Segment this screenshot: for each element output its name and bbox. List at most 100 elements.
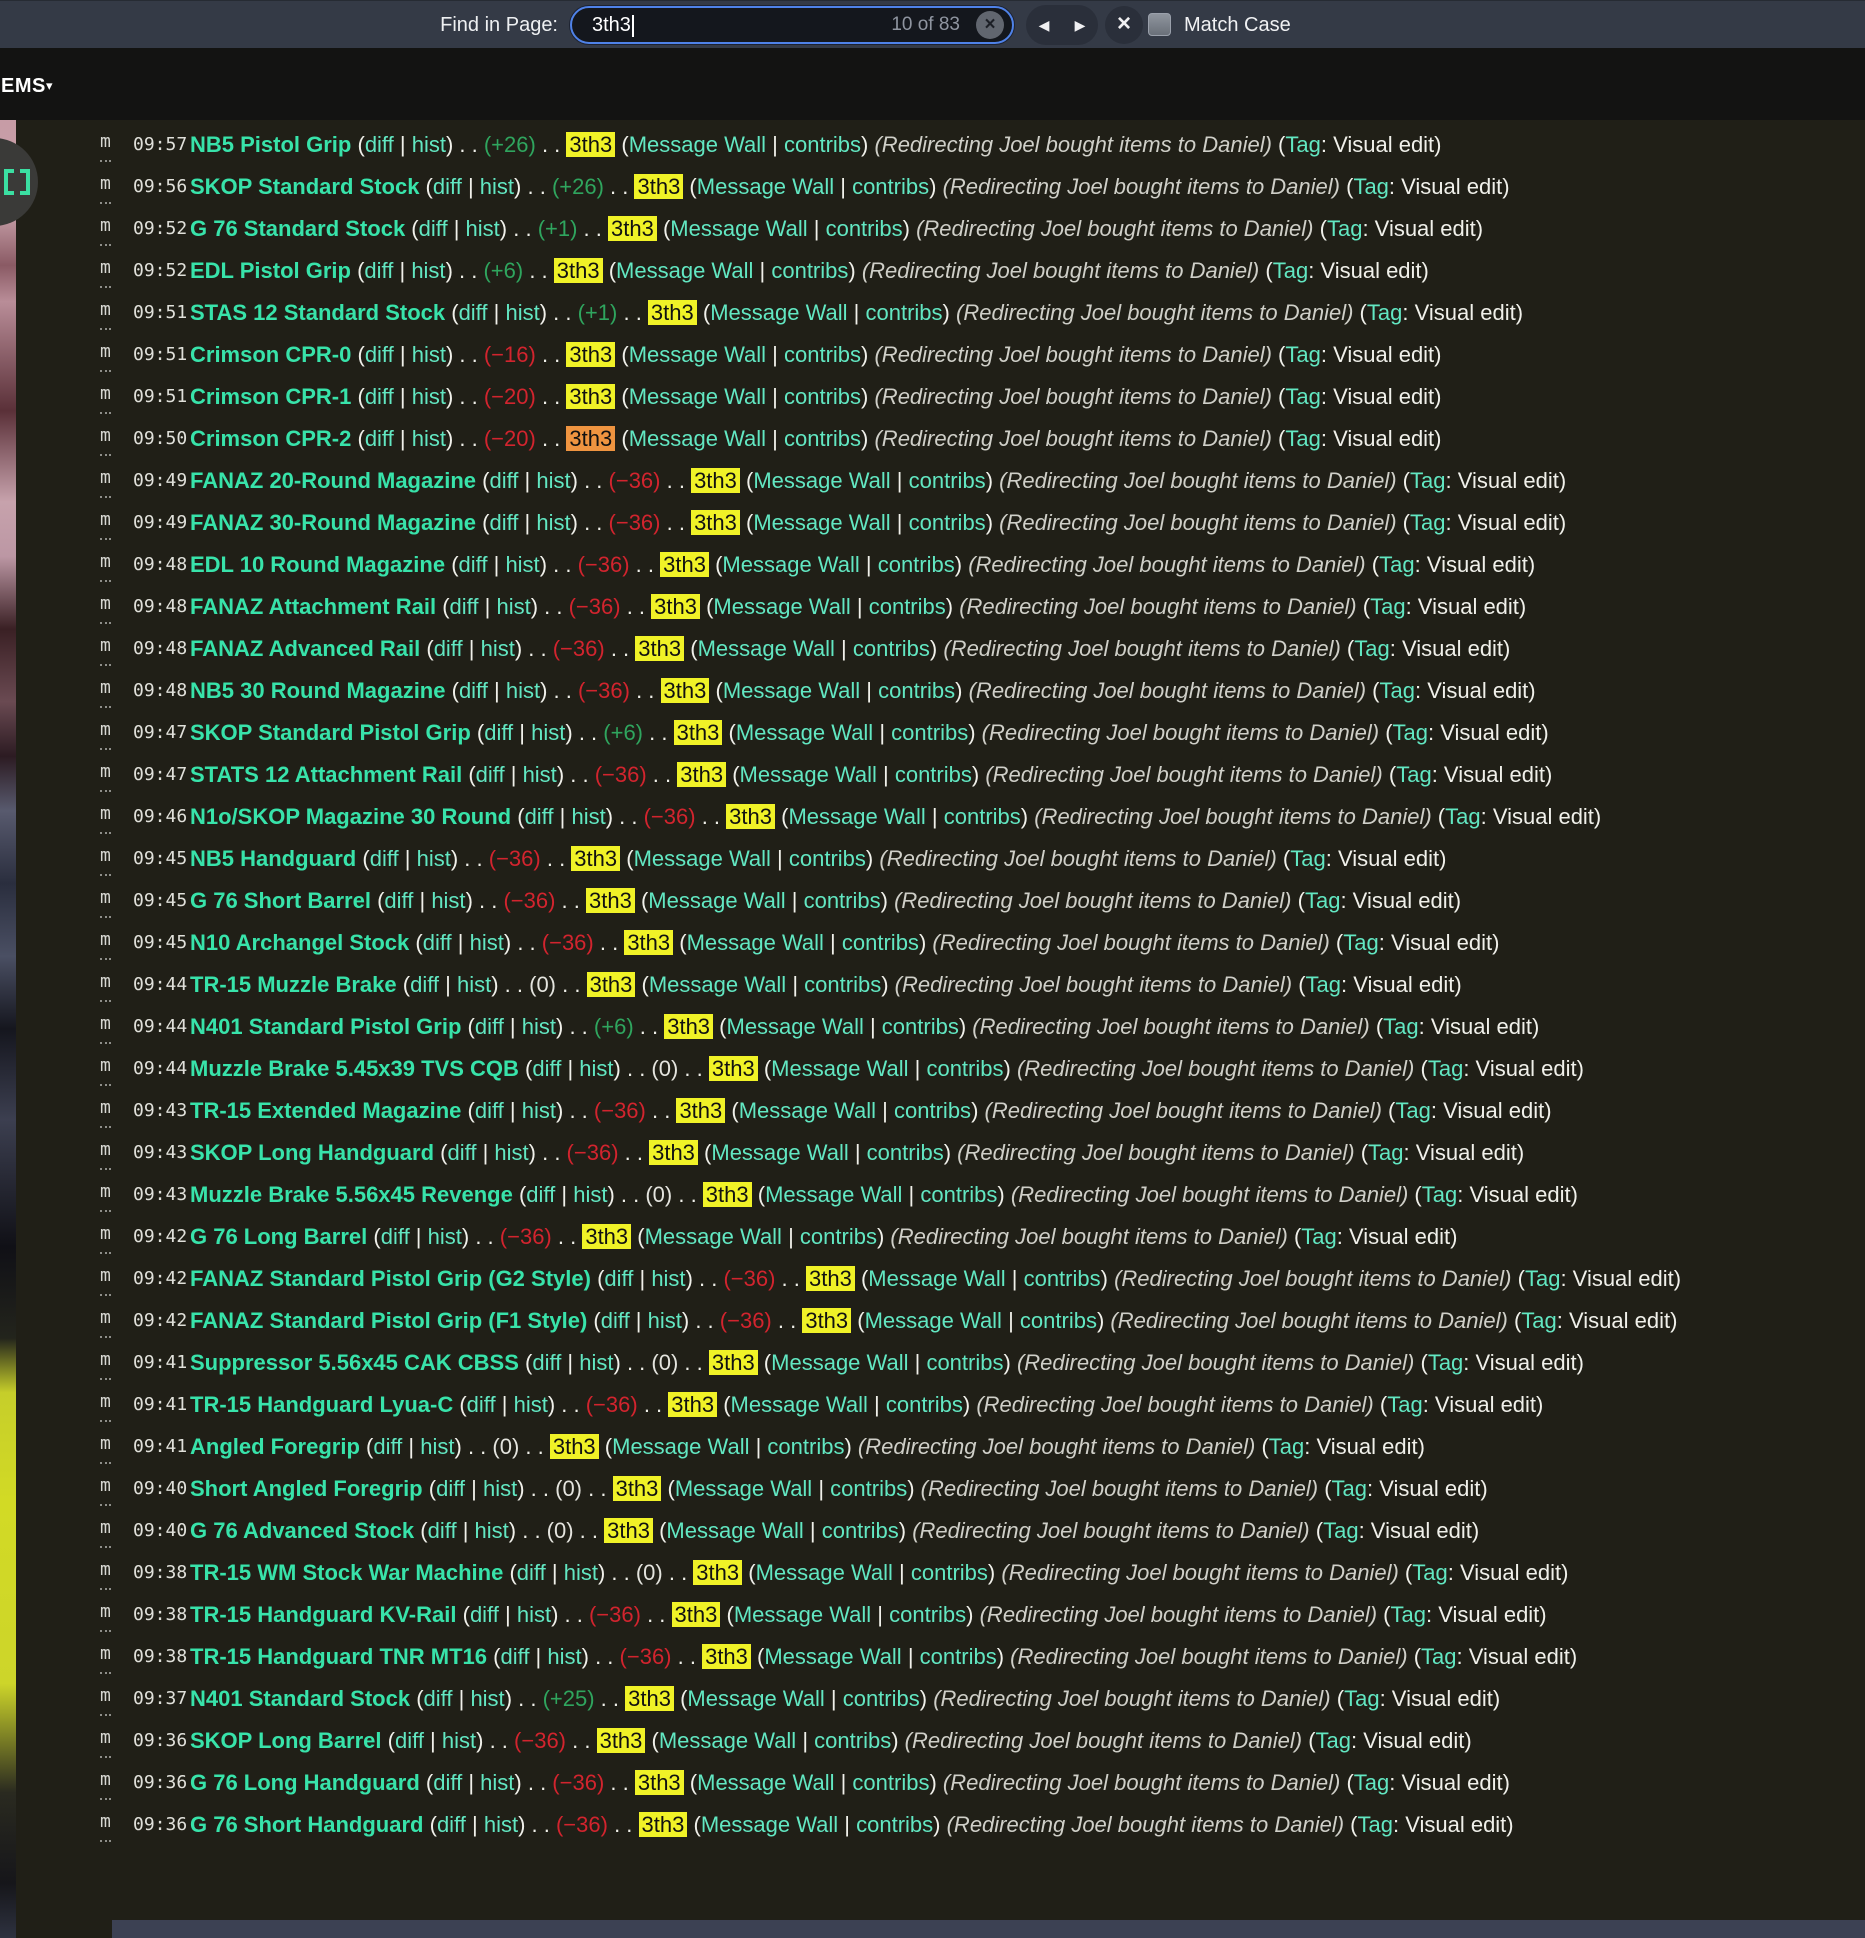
message-wall-link[interactable]: Message Wall [687, 1686, 824, 1711]
contribs-link[interactable]: contribs [784, 132, 861, 157]
search-match-username[interactable]: 3th3 [802, 1308, 852, 1333]
message-wall-link[interactable]: Message Wall [634, 846, 771, 871]
diff-link[interactable]: diff [419, 216, 448, 241]
message-wall-link[interactable]: Message Wall [740, 762, 877, 787]
menu-item-items[interactable]: EMS [1, 48, 46, 120]
diff-link[interactable]: diff [434, 636, 463, 661]
page-link[interactable]: FANAZ Standard Pistol Grip (G2 Style) [190, 1266, 591, 1291]
tag-link[interactable]: Tag [1285, 342, 1320, 367]
message-wall-link[interactable]: Message Wall [649, 972, 786, 997]
search-match-username[interactable]: 3th3 [708, 1056, 758, 1081]
tag-link[interactable]: Tag [1421, 1644, 1456, 1669]
tag-link[interactable]: Tag [1332, 1476, 1367, 1501]
contribs-link[interactable]: contribs [911, 1560, 988, 1585]
tag-link[interactable]: Tag [1395, 1098, 1430, 1123]
contribs-link[interactable]: contribs [804, 972, 881, 997]
message-wall-link[interactable]: Message Wall [645, 1224, 782, 1249]
page-link[interactable]: Crimson CPR-2 [190, 426, 351, 451]
tag-link[interactable]: Tag [1525, 1266, 1560, 1291]
message-wall-link[interactable]: Message Wall [765, 1182, 902, 1207]
hist-link[interactable]: hist [411, 258, 445, 283]
page-link[interactable]: G 76 Standard Stock [190, 216, 405, 241]
page-link[interactable]: STATS 12 Attachment Rail [190, 762, 462, 787]
contribs-link[interactable]: contribs [856, 1812, 933, 1837]
tag-link[interactable]: Tag [1383, 1014, 1418, 1039]
search-match-username[interactable]: 3th3 [566, 132, 616, 157]
message-wall-link[interactable]: Message Wall [865, 1308, 1002, 1333]
hist-link[interactable]: hist [579, 1056, 613, 1081]
search-match-username[interactable]: 3th3 [649, 1140, 698, 1165]
page-link[interactable]: G 76 Long Barrel [190, 1224, 367, 1249]
contribs-link[interactable]: contribs [895, 762, 972, 787]
tag-link[interactable]: Tag [1354, 636, 1389, 661]
search-match-username[interactable]: 3th3 [553, 258, 603, 283]
tag-link[interactable]: Tag [1445, 804, 1480, 829]
diff-link[interactable]: diff [475, 1014, 504, 1039]
contribs-link[interactable]: contribs [889, 1602, 966, 1627]
page-link[interactable]: TR-15 WM Stock War Machine [190, 1560, 503, 1585]
message-wall-link[interactable]: Message Wall [736, 720, 873, 745]
page-link[interactable]: FANAZ 30-Round Magazine [190, 510, 476, 535]
contribs-link[interactable]: contribs [800, 1224, 877, 1249]
diff-link[interactable]: diff [395, 1728, 424, 1753]
hist-link[interactable]: hist [651, 1266, 685, 1291]
diff-link[interactable]: diff [365, 132, 394, 157]
contribs-link[interactable]: contribs [866, 300, 943, 325]
message-wall-link[interactable]: Message Wall [659, 1728, 796, 1753]
clear-search-icon[interactable]: × [976, 11, 1004, 39]
diff-link[interactable]: diff [601, 1308, 630, 1333]
contribs-link[interactable]: contribs [852, 174, 929, 199]
tag-link[interactable]: Tag [1343, 930, 1378, 955]
diff-link[interactable]: diff [436, 1476, 465, 1501]
search-match-username[interactable]: 3th3 [638, 1812, 688, 1837]
diff-link[interactable]: diff [410, 972, 439, 997]
previous-match-button[interactable]: ◀ [1026, 5, 1062, 45]
tag-link[interactable]: Tag [1301, 1224, 1336, 1249]
page-link[interactable]: SKOP Long Handguard [190, 1140, 434, 1165]
diff-link[interactable]: diff [433, 1770, 462, 1795]
contribs-link[interactable]: contribs [920, 1182, 997, 1207]
tag-link[interactable]: Tag [1412, 1560, 1447, 1585]
message-wall-link[interactable]: Message Wall [868, 1266, 1005, 1291]
tag-link[interactable]: Tag [1410, 510, 1445, 535]
search-match-username[interactable]: 3th3 [676, 1098, 726, 1123]
search-match-username[interactable]: 3th3 [596, 1728, 646, 1753]
tag-link[interactable]: Tag [1316, 1728, 1351, 1753]
tag-link[interactable]: Tag [1428, 1350, 1463, 1375]
tag-link[interactable]: Tag [1273, 258, 1308, 283]
page-link[interactable]: SKOP Long Barrel [190, 1728, 382, 1753]
hist-link[interactable]: hist [517, 1602, 551, 1627]
contribs-link[interactable]: contribs [867, 1140, 944, 1165]
page-link[interactable]: FANAZ Attachment Rail [190, 594, 436, 619]
diff-link[interactable]: diff [448, 1140, 477, 1165]
diff-link[interactable]: diff [459, 300, 488, 325]
hist-link[interactable]: hist [505, 300, 539, 325]
hist-link[interactable]: hist [573, 1182, 607, 1207]
tag-link[interactable]: Tag [1387, 1392, 1422, 1417]
search-match-username[interactable]: 3th3 [702, 1182, 752, 1207]
tag-link[interactable]: Tag [1368, 1140, 1403, 1165]
search-match-username[interactable]: 3th3 [726, 804, 775, 829]
tag-link[interactable]: Tag [1285, 384, 1320, 409]
search-match-username[interactable]: 3th3 [549, 1434, 599, 1459]
page-link[interactable]: TR-15 Extended Magazine [190, 1098, 461, 1123]
contribs-link[interactable]: contribs [843, 1686, 920, 1711]
page-link[interactable]: Crimson CPR-0 [190, 342, 351, 367]
message-wall-link[interactable]: Message Wall [670, 216, 807, 241]
search-match-username[interactable]: 3th3 [625, 1686, 674, 1711]
diff-link[interactable]: diff [500, 1644, 529, 1669]
search-match-username[interactable]: 3th3 [668, 1392, 718, 1417]
search-match-username[interactable]: 3th3 [624, 930, 674, 955]
diff-link[interactable]: diff [489, 510, 518, 535]
diff-link[interactable]: diff [604, 1266, 633, 1291]
hist-link[interactable]: hist [417, 846, 451, 871]
page-link[interactable]: Muzzle Brake 5.56x45 Revenge [190, 1182, 513, 1207]
diff-link[interactable]: diff [476, 762, 505, 787]
contribs-link[interactable]: contribs [767, 1434, 844, 1459]
hist-link[interactable]: hist [531, 720, 565, 745]
contribs-link[interactable]: contribs [909, 510, 986, 535]
diff-link[interactable]: diff [467, 1392, 496, 1417]
tag-link[interactable]: Tag [1290, 846, 1325, 871]
hist-link[interactable]: hist [481, 636, 515, 661]
hist-link[interactable]: hist [466, 216, 500, 241]
